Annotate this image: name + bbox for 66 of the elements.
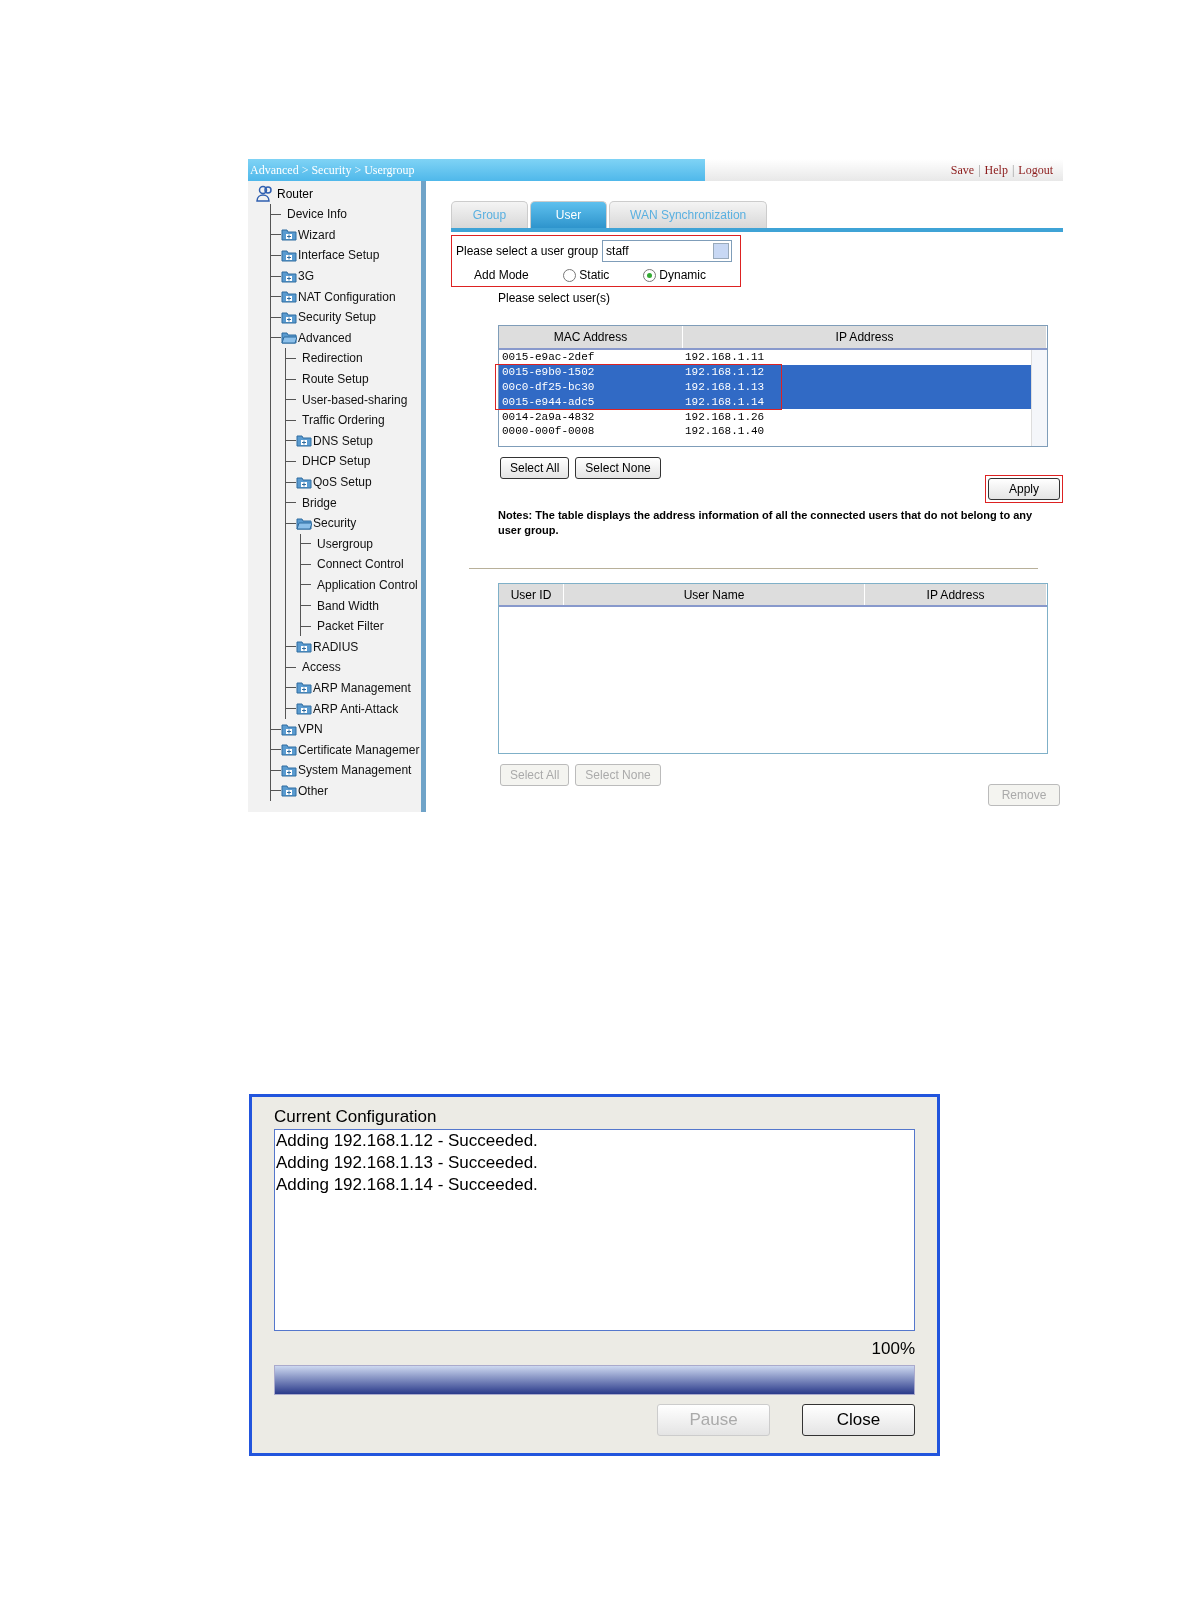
column-header: IP Address (865, 584, 1047, 605)
sidebar-root[interactable]: Router (277, 186, 314, 201)
header-link[interactable]: Save (950, 162, 975, 178)
table-row[interactable]: 0014-2a9a-4832 192.168.1.26 (499, 409, 1031, 424)
sidebar-item[interactable]: Security (313, 516, 357, 531)
sidebar-item[interactable]: Wizard (298, 227, 336, 242)
sidebar-item[interactable]: Device Info (287, 207, 348, 222)
table-row[interactable]: 0015-e9ac-2def 192.168.1.11 (499, 350, 1031, 365)
sidebar-item[interactable]: VPN (298, 722, 323, 737)
sidebar-item[interactable]: Advanced (298, 330, 352, 345)
sidebar-item[interactable]: ARP Anti-Attack (313, 701, 399, 716)
sidebar-item[interactable]: Security Setup (298, 310, 377, 325)
sidebar-item[interactable]: 3G (298, 269, 314, 284)
field-label: Please select a user group (456, 244, 599, 258)
sidebar-item[interactable]: User-based-sharing (302, 392, 408, 407)
apply-button[interactable]: Apply (988, 478, 1060, 500)
sidebar-item[interactable]: Application Control (317, 578, 418, 592)
sidebar-item[interactable]: Bridge (302, 495, 337, 510)
dialog-button[interactable]: Close (802, 1404, 915, 1436)
sidebar-item[interactable]: Route Setup (302, 372, 369, 387)
radio-button[interactable] (643, 268, 657, 282)
table-row[interactable]: 0015-e9b0-1502 192.168.1.12 (499, 364, 1031, 380)
notes-text: Notes: The table displays the address information of all the connected users that do not belong to any user group. (498, 508, 1034, 538)
select-button[interactable]: Select None (575, 457, 661, 479)
dialog-title: Current Configuration (274, 1107, 438, 1127)
header-link[interactable]: Help (984, 162, 1008, 178)
separator: | (978, 162, 981, 178)
sidebar-item[interactable]: DHCP Setup (302, 454, 371, 469)
column-header: User ID (499, 584, 564, 605)
log-line: Adding 192.168.1.14 - Succeeded. (276, 1174, 539, 1196)
radio-label: Static (579, 268, 610, 282)
table-row[interactable]: 0000-000f-0008 192.168.1.40 (499, 424, 1031, 439)
sidebar-item[interactable]: Certificate Managemer (298, 742, 420, 757)
column-header: IP Address (683, 326, 1047, 348)
sidebar-item[interactable]: NAT Configuration (298, 289, 396, 304)
user-group-select[interactable]: staff (602, 240, 733, 262)
radio-button[interactable] (563, 268, 577, 282)
sidebar-item[interactable]: Usergroup (317, 536, 374, 551)
sidebar-item[interactable]: Other (298, 783, 328, 798)
sidebar-item[interactable]: Traffic Ordering (302, 413, 385, 428)
radio-label: Dynamic (659, 268, 706, 282)
sidebar-item[interactable]: Redirection (302, 351, 363, 366)
log-line: Adding 192.168.1.13 - Succeeded. (276, 1152, 539, 1174)
sidebar-item[interactable]: Interface Setup (298, 248, 380, 263)
sidebar-item[interactable]: Access (302, 660, 341, 675)
sidebar-item[interactable]: Band Width (317, 598, 380, 613)
sidebar-item[interactable]: Connect Control (317, 557, 404, 572)
select-button[interactable]: Select All (500, 457, 570, 479)
users-icon (256, 185, 274, 202)
section-label: Please select user(s) (498, 291, 612, 305)
log-line: Adding 192.168.1.12 - Succeeded. (276, 1130, 539, 1152)
progress-percent: 100% (871, 1339, 915, 1358)
column-header: User Name (564, 584, 865, 605)
breadcrumb: Advanced > Security > Usergroup (248, 159, 705, 181)
sidebar-item[interactable]: Packet Filter (317, 619, 384, 634)
sidebar-item[interactable]: RADIUS (313, 639, 359, 654)
sidebar-item[interactable]: ARP Management (313, 680, 411, 695)
column-header: MAC Address (499, 326, 683, 348)
scrollbar[interactable] (1031, 350, 1047, 446)
sidebar-item[interactable]: QoS Setup (313, 475, 372, 489)
sidebar-item[interactable]: System Management (298, 763, 412, 778)
separator: | (1011, 162, 1015, 178)
sidebar-item[interactable]: DNS Setup (313, 433, 374, 448)
table-row[interactable]: 0015-e944-adc5 192.168.1.14 (499, 394, 1031, 410)
header-link[interactable]: Logout (1018, 162, 1053, 178)
field-label: Add Mode (474, 268, 530, 282)
